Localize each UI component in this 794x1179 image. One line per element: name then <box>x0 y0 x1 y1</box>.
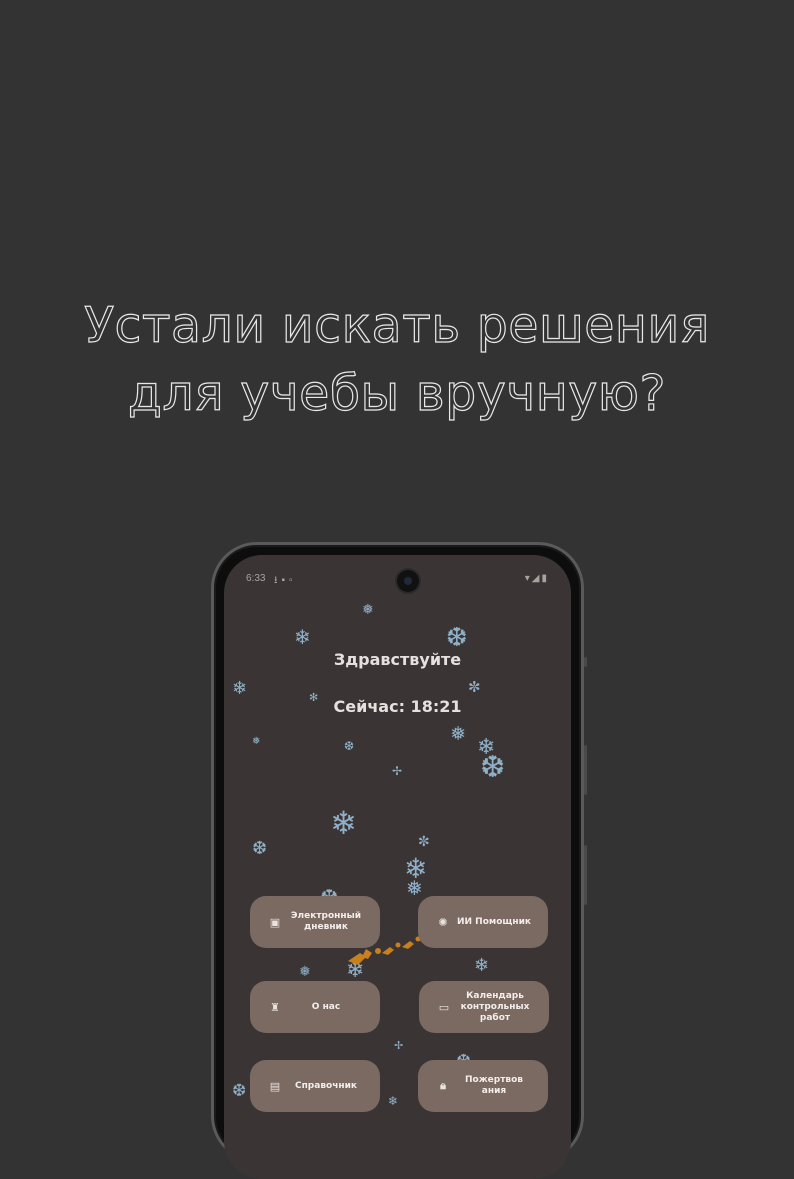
snowflake-icon: ❄ <box>294 625 311 649</box>
headline-line-2: для учебы вручную? <box>127 364 667 422</box>
snowflake-icon: ❆ <box>344 739 355 753</box>
snowflake-icon: ❅ <box>299 964 311 980</box>
snowflake-icon: ❆ <box>232 1081 247 1101</box>
snowflake-icon: ❄ <box>232 678 248 699</box>
ai-assistant-button[interactable]: ✺ ИИ Помощник <box>418 896 548 948</box>
download-icon: ⭳ <box>274 575 282 586</box>
phone-side-button <box>584 657 587 667</box>
snowflake-icon: ❆ <box>446 623 468 653</box>
snowflake-icon: ❄ <box>330 804 357 842</box>
battery-icon: ▮ <box>541 573 549 584</box>
book-icon: ▤ <box>269 1079 281 1093</box>
about-us-label: О нас <box>311 1001 341 1012</box>
snowflake-icon: ❅ <box>362 602 374 618</box>
phone-power-button <box>584 845 587 905</box>
calendar-icon: ▭ <box>438 1000 450 1014</box>
clock-text: Сейчас: 18:21 <box>333 697 462 716</box>
snowflake-icon: ✢ <box>394 1039 404 1052</box>
headline-line-1: Устали искать решения <box>84 296 710 354</box>
wifi-icon: ▾ <box>524 573 532 584</box>
tests-calendar-button[interactable]: ▭ Календарь контрольных работ <box>419 981 549 1033</box>
snowflake-icon: ❅ <box>252 736 261 747</box>
sim-icon: ▪ <box>281 575 290 586</box>
snowflake-icon: ❅ <box>406 876 423 900</box>
reference-button[interactable]: ▤ Справочник <box>250 1060 380 1112</box>
status-right-icons: ▾◢▮ <box>525 573 549 584</box>
diary-icon: ▣ <box>269 915 281 929</box>
electronic-diary-button[interactable]: ▣ Электронный дневник <box>250 896 380 948</box>
phone-volume-button <box>584 745 587 795</box>
greeting-text: Здравствуйте <box>333 650 462 669</box>
about-icon: ♜ <box>270 1000 280 1014</box>
snowflake-icon: ❄ <box>388 1094 399 1108</box>
reference-label: Справочник <box>294 1080 358 1091</box>
tests-calendar-label: Календарь контрольных работ <box>460 990 530 1023</box>
snowflake-icon: ❆ <box>252 838 268 859</box>
snowflake-icon: ❅ <box>450 723 466 745</box>
donations-label: Пожертвов ания <box>464 1075 523 1096</box>
snowflake-icon: ❆ <box>480 750 506 785</box>
status-left-icons: ⭳▪▫ <box>274 573 297 590</box>
donations-button[interactable]: 🔒︎ Пожертвов ания <box>418 1060 548 1112</box>
snowflake-icon: ✼ <box>468 678 481 696</box>
snowflake-icon: ✢ <box>392 764 403 778</box>
status-time: 6:33 <box>246 573 266 584</box>
phone-mockup: 6:33 ⭳▪▫ ▾◢▮ Здравствуйте Сейчас: 18:21 … <box>211 542 587 1179</box>
snowflake-icon: ❄ <box>474 955 490 976</box>
lock-icon: 🔒︎ <box>440 1079 446 1092</box>
about-us-button[interactable]: ♜ О нас <box>250 981 380 1033</box>
app-screen: 6:33 ⭳▪▫ ▾◢▮ Здравствуйте Сейчас: 18:21 … <box>224 555 571 1179</box>
snowflake-icon: ✼ <box>418 834 430 850</box>
snowflake-icon: ✻ <box>309 691 319 704</box>
notification-icon: ▫ <box>289 575 297 586</box>
ai-icon: ✺ <box>438 915 448 929</box>
electronic-diary-label: Электронный дневник <box>290 911 362 932</box>
front-camera <box>395 568 421 594</box>
ai-assistant-label: ИИ Помощник <box>456 916 532 927</box>
headline: Устали искать решения для учебы вручную? <box>0 292 794 428</box>
